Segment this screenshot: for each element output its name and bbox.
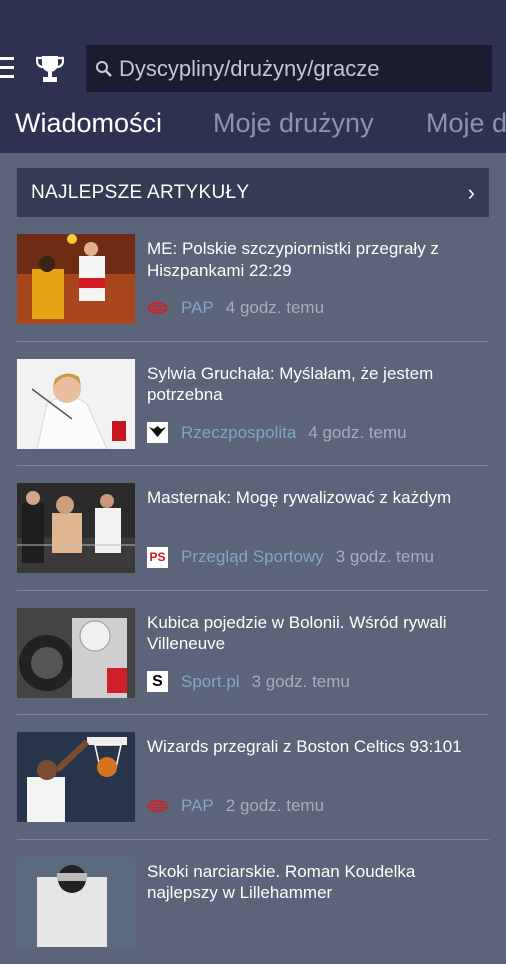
article-headline[interactable]: Wizards przegrali z Boston Celtics 93:10… — [147, 736, 487, 758]
article-item[interactable]: Kubica pojedzie w Bolonii. Wśród rywali … — [17, 591, 489, 716]
trophy-icon[interactable] — [36, 54, 64, 84]
article-item[interactable]: Skoki narciarskie. Roman Koudelka najlep… — [17, 840, 489, 964]
chevron-right-icon[interactable]: › — [468, 180, 475, 206]
article-source[interactable]: PAP — [181, 796, 214, 816]
ps-logo-icon: PS — [147, 546, 168, 568]
top-bar: Wiadomości Moje drużyny Moje dyscypliny — [0, 0, 506, 153]
article-source[interactable]: Rzeczpospolita — [181, 423, 296, 443]
article-thumbnail — [17, 358, 135, 449]
article-time: 3 godz. temu — [335, 547, 434, 567]
article-meta: PAP 4 godz. temu — [147, 297, 324, 319]
pap-logo-icon — [147, 796, 168, 817]
article-time: 4 godz. temu — [225, 298, 325, 317]
article-thumbnail — [17, 483, 135, 574]
top-articles-header[interactable]: NAJLEPSZE ARTYKUŁY › — [17, 168, 489, 217]
article-time: 4 godz. temu — [308, 422, 407, 442]
article-item[interactable]: Masternak: Mogę rywalizować z każdym PS … — [17, 466, 489, 591]
article-source[interactable]: Przegląd Sportowy — [181, 547, 324, 567]
article-thumbnail — [17, 856, 135, 947]
article-source[interactable]: Sport.pl — [181, 672, 240, 692]
article-thumbnail — [17, 607, 135, 698]
article-meta: S Sport.pl 3 godz. temu — [147, 671, 350, 693]
article-thumbnail — [17, 234, 135, 324]
article-item[interactable]: Sylwia Gruchała: Myślałam, że jestem pot… — [17, 342, 489, 467]
article-list: ME: Polskie szczypiornistki przegrały z … — [17, 217, 489, 964]
article-meta: PS Przegląd Sportowy 3 godz. temu — [147, 546, 434, 568]
search-icon — [96, 60, 112, 77]
pap-logo-icon — [147, 298, 168, 319]
article-time: 2 godz. temu — [225, 796, 325, 816]
article-source[interactable]: PAP — [181, 298, 214, 318]
tab-moje-dyscypliny[interactable]: Moje dyscypliny — [426, 108, 506, 139]
article-meta: PAP 2 godz. temu — [147, 795, 324, 817]
article-item[interactable]: Wizards przegrali z Boston Celtics 93:10… — [17, 715, 489, 840]
search-box[interactable] — [86, 45, 492, 92]
article-meta: Rzeczpospolita 4 godz. temu — [147, 422, 407, 444]
article-headline[interactable]: Skoki narciarskie. Roman Koudelka najlep… — [147, 861, 487, 904]
sport-pl-logo-icon: S — [147, 671, 168, 693]
tab-moje-druzyny[interactable]: Moje drużyny — [213, 108, 374, 139]
hamburger-menu-icon[interactable] — [0, 57, 14, 79]
search-input[interactable] — [119, 55, 479, 82]
article-headline[interactable]: Sylwia Gruchała: Myślałam, że jestem pot… — [147, 363, 487, 406]
article-thumbnail — [17, 732, 135, 823]
article-headline[interactable]: ME: Polskie szczypiornistki przegrały z … — [147, 238, 487, 281]
tab-wiadomosci[interactable]: Wiadomości — [15, 108, 162, 139]
article-time: 3 godz. temu — [251, 671, 350, 691]
article-headline[interactable]: Masternak: Mogę rywalizować z każdym — [147, 487, 487, 509]
article-headline[interactable]: Kubica pojedzie w Bolonii. Wśród rywali … — [147, 612, 487, 655]
tab-strip: Wiadomości Moje drużyny Moje dyscypliny — [0, 108, 506, 148]
section-title: NAJLEPSZE ARTYKUŁY — [31, 181, 250, 203]
article-item[interactable]: ME: Polskie szczypiornistki przegrały z … — [17, 217, 489, 342]
rzeczpospolita-eagle-icon — [147, 422, 168, 444]
